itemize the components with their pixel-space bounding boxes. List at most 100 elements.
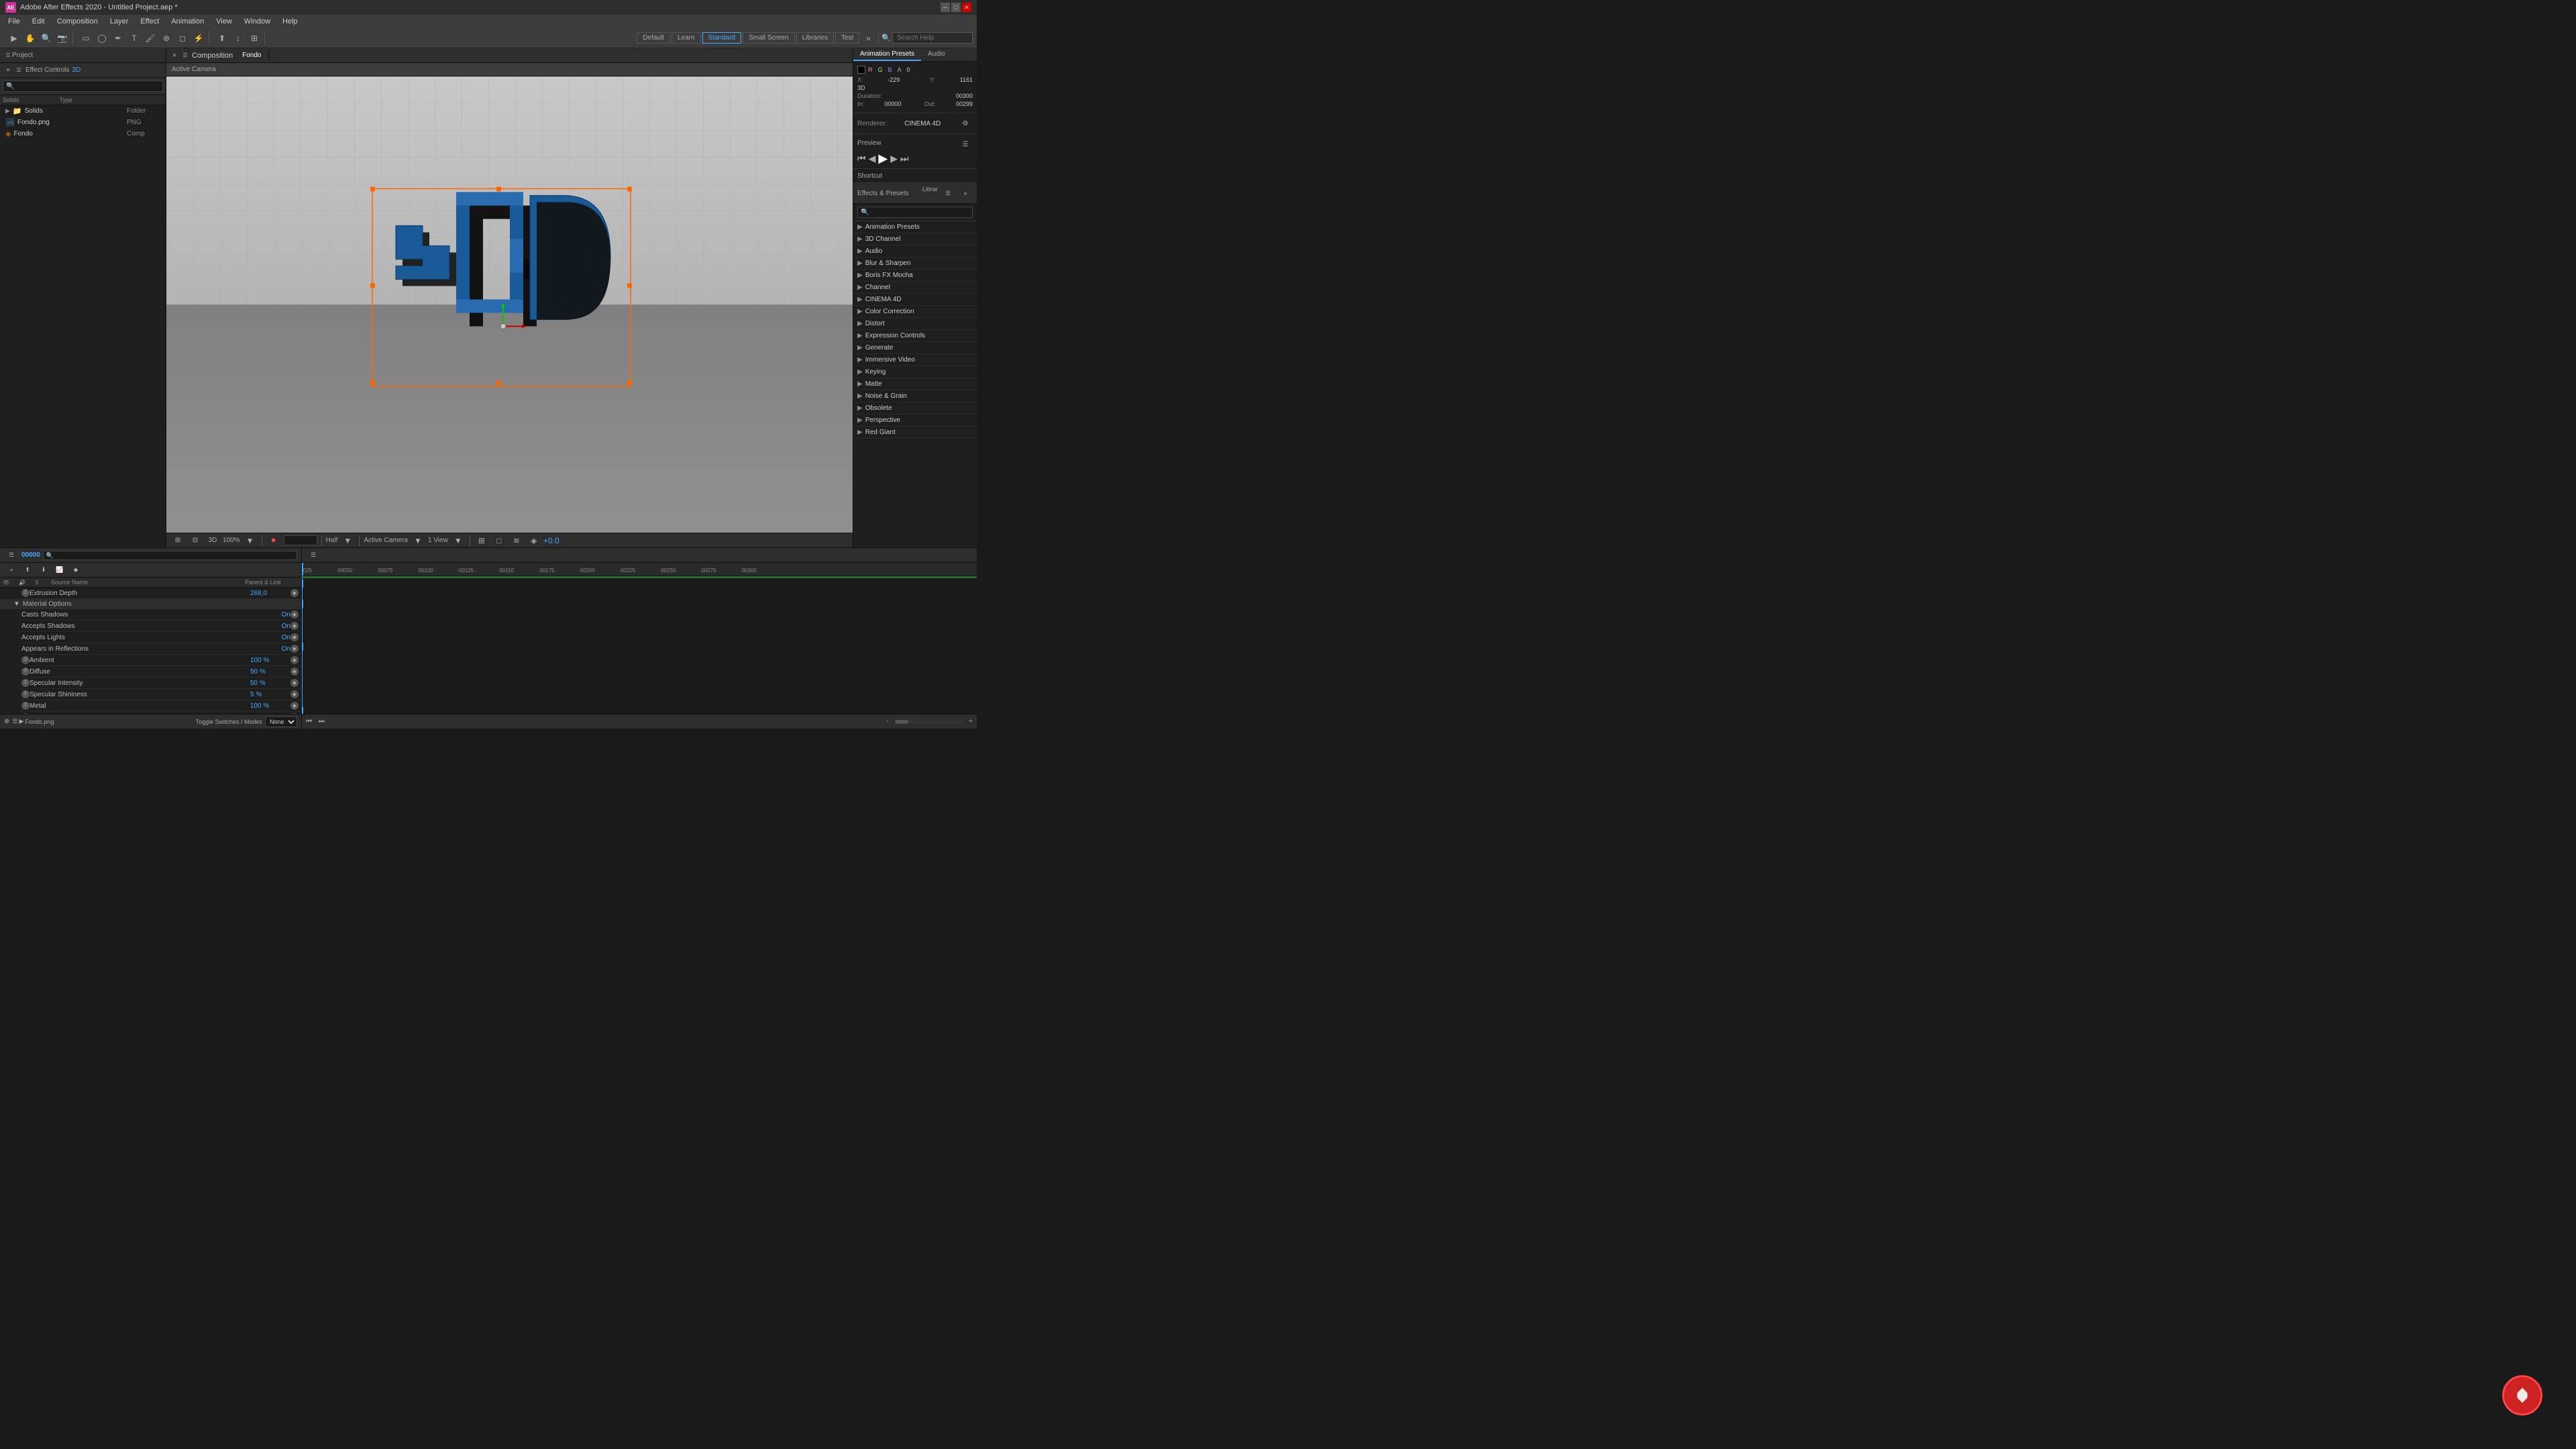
zoom-tool[interactable]: 🔍	[39, 31, 54, 46]
category-perspective[interactable]: ▶ Perspective	[853, 415, 977, 427]
layer-specular-intensity[interactable]: ⏱ Specular Intensity 50 % ◆	[19, 678, 301, 689]
clone-tool[interactable]: ⊕	[159, 31, 174, 46]
maximize-button[interactable]: □	[951, 3, 961, 12]
workspace-learn[interactable]: Learn	[672, 32, 701, 44]
category-distort[interactable]: ▶ Distort	[853, 318, 977, 330]
category-keying[interactable]: ▶ Keying	[853, 366, 977, 378]
toggle-switches[interactable]: ☰	[12, 718, 17, 725]
layer-extrusion-depth[interactable]: ⏱ Extrusion Depth 268,0 ◆	[19, 588, 301, 599]
skip-to-start[interactable]: ⏮	[857, 153, 866, 164]
camera-tool[interactable]: 📷	[55, 31, 70, 46]
metal-value[interactable]: 100 %	[250, 702, 290, 710]
layer-diffuse[interactable]: ⏱ Diffuse 50 % ◆	[19, 666, 301, 678]
zoom-slider[interactable]	[895, 720, 962, 724]
timecode-input[interactable]: 00000	[284, 535, 317, 545]
layer-search-input[interactable]	[43, 551, 297, 560]
appears-reflections-value[interactable]: On	[282, 645, 290, 653]
minimize-button[interactable]: ─	[941, 3, 950, 12]
composition-canvas[interactable]	[166, 76, 853, 533]
close-button[interactable]: ✕	[962, 3, 971, 12]
menu-edit[interactable]: Edit	[27, 16, 50, 27]
pen-tool[interactable]: ✒	[111, 31, 125, 46]
project-search-input[interactable]	[3, 80, 163, 92]
specular-shininess-value[interactable]: 5 %	[250, 691, 290, 698]
project-item-fondo-png[interactable]: 🖼 Fondo.png PNG	[0, 117, 166, 128]
puppet-tool[interactable]: ⊞	[247, 31, 262, 46]
extrusion-depth-value[interactable]: 268,0	[250, 590, 290, 597]
menu-composition[interactable]: Composition	[52, 16, 103, 27]
prev-frame[interactable]: ◀	[869, 153, 876, 164]
menu-window[interactable]: Window	[239, 16, 276, 27]
layer-add-marker[interactable]: ◆	[68, 563, 83, 578]
layer-metal[interactable]: ⏱ Metal 100 % ◆	[19, 700, 301, 712]
next-frame[interactable]: ▶	[890, 153, 898, 164]
workspace-default[interactable]: Default	[637, 32, 670, 44]
timeline-content[interactable]	[302, 576, 977, 714]
layer-move-down[interactable]: ⬇	[36, 563, 51, 578]
effects-search-input[interactable]	[857, 207, 973, 218]
zoom-in[interactable]: +	[969, 718, 973, 725]
accepts-shadows-value[interactable]: On	[282, 623, 290, 630]
zoom-dropdown[interactable]: ▼	[243, 533, 258, 548]
layer-move-up[interactable]: ⬆	[20, 563, 35, 578]
effects-overflow[interactable]: »	[958, 186, 973, 201]
view-count-dropdown[interactable]: ▼	[451, 533, 466, 548]
project-item-solids[interactable]: ▶ 📁 Solids Folder	[0, 105, 166, 117]
tab-audio[interactable]: Audio	[921, 48, 952, 61]
ellipse-tool[interactable]: ◯	[95, 31, 109, 46]
category-blur-sharpen[interactable]: ▶ Blur & Sharpen	[853, 258, 977, 270]
motion-blur[interactable]: ≋	[509, 533, 524, 548]
project-menu[interactable]: ☰	[4, 52, 12, 60]
record-btn[interactable]: ⏺	[266, 533, 281, 548]
red-circle-button[interactable]	[2502, 1375, 2542, 1415]
category-color-correction[interactable]: ▶ Color Correction	[853, 306, 977, 318]
eraser-tool[interactable]: ◻	[175, 31, 190, 46]
specular-intensity-value[interactable]: 50 %	[250, 680, 290, 687]
workspace-smallscreen[interactable]: Small Screen	[743, 32, 794, 44]
category-3d-channel[interactable]: ▶ 3D Channel	[853, 233, 977, 246]
timeline-end[interactable]: ⏭	[319, 718, 325, 725]
project-item-fondo-comp[interactable]: ◈ Fondo Comp	[0, 128, 166, 140]
comp-panel-close[interactable]: ✕	[170, 52, 178, 60]
category-matte[interactable]: ▶ Matte	[853, 378, 977, 390]
reset-exposure[interactable]: +0.0	[544, 533, 559, 548]
category-boris-fx[interactable]: ▶ Boris FX Mocha	[853, 270, 977, 282]
grid-toggle[interactable]: ⊞	[474, 533, 489, 548]
layer-specular-shininess[interactable]: ⏱ Specular Shininess 5 % ◆	[19, 689, 301, 700]
new-comp-btn[interactable]: ⊕	[4, 718, 9, 725]
toggle-switches-modes[interactable]: Toggle Switches / Modes	[195, 718, 262, 725]
rect-tool[interactable]: ▭	[78, 31, 93, 46]
viewer-grid-btn[interactable]: ⊞	[170, 533, 185, 548]
ambient-value[interactable]: 100 %	[250, 657, 290, 664]
layer-accepts-shadows[interactable]: Accepts Shadows On ◆	[19, 621, 301, 632]
view-mode-dropdown[interactable]: ▼	[411, 533, 425, 548]
diffuse-value[interactable]: 50 %	[250, 668, 290, 676]
viewer-3d-btn[interactable]: 3D	[205, 533, 220, 548]
category-animation-presets[interactable]: ▶ Animation Presets	[853, 221, 977, 233]
casts-shadows-value[interactable]: On	[282, 611, 290, 619]
roto-tool[interactable]: ⚡	[191, 31, 206, 46]
menu-effect[interactable]: Effect	[135, 16, 164, 27]
preview-menu[interactable]: ☰	[958, 137, 973, 152]
menu-view[interactable]: View	[211, 16, 237, 27]
layer-casts-shadows[interactable]: Casts Shadows On ◆	[19, 609, 301, 621]
category-generate[interactable]: ▶ Generate	[853, 342, 977, 354]
effect-controls-menu[interactable]: ☰	[15, 66, 23, 74]
comp-panel-menu[interactable]: ☰	[181, 52, 189, 60]
align-right[interactable]: ↕	[231, 31, 246, 46]
layer-accepts-lights[interactable]: Accepts Lights On ◆	[19, 632, 301, 643]
tab-info[interactable]: Animation Presets	[853, 48, 921, 61]
category-audio[interactable]: ▶ Audio	[853, 246, 977, 258]
timeline-options[interactable]: ▶	[19, 718, 23, 725]
material-options-section[interactable]: ▼ Material Options	[0, 599, 301, 609]
brush-tool[interactable]: 🖌	[143, 31, 158, 46]
effect-controls-close[interactable]: ✕	[4, 66, 12, 74]
category-obsolete[interactable]: ▶ Obsolete	[853, 402, 977, 415]
menu-file[interactable]: File	[3, 16, 25, 27]
play-pause[interactable]: ▶	[878, 152, 888, 166]
workspace-overflow[interactable]: »	[861, 31, 875, 46]
viewer-prop-btn[interactable]: ⊟	[188, 533, 203, 548]
selection-tool[interactable]: ▶	[7, 31, 21, 46]
skip-to-end[interactable]: ⏭	[900, 153, 909, 164]
quality-dropdown[interactable]: ▼	[340, 533, 355, 548]
